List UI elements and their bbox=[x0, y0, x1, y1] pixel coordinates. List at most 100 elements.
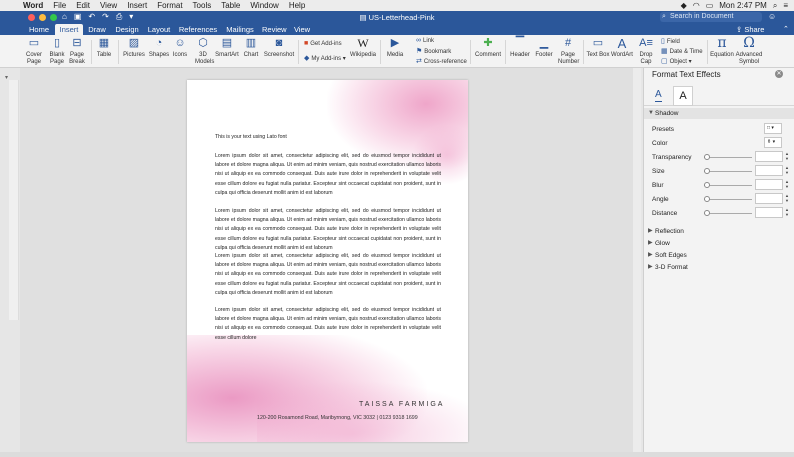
menu-file[interactable]: File bbox=[48, 1, 71, 10]
field-button[interactable]: ▯ Field bbox=[661, 37, 680, 45]
object-button[interactable]: ▢ Object ▾ bbox=[661, 57, 692, 65]
letterhead-address[interactable]: 120-200 Rosamond Road, Maribyrnong, VIC … bbox=[257, 415, 418, 421]
size-slider[interactable] bbox=[704, 171, 752, 172]
shapes-button[interactable]: ◔ Shapes bbox=[146, 37, 172, 67]
wordart-button[interactable]: A WordArt bbox=[609, 37, 635, 67]
share-button[interactable]: ⇪ Share bbox=[736, 24, 764, 35]
cross-reference-button[interactable]: ⇄ Cross-reference bbox=[416, 57, 467, 65]
status-battery-icon[interactable]: ▭ bbox=[706, 1, 714, 10]
blur-stepper[interactable]: ▲ ▼ bbox=[784, 179, 790, 190]
angle-slider-knob[interactable] bbox=[704, 196, 710, 202]
intro-line[interactable]: This is your text using Lato font bbox=[215, 133, 441, 142]
screenshot-button[interactable]: ◙ Screenshot bbox=[262, 37, 296, 67]
text-effects-tab[interactable]: A bbox=[673, 86, 693, 106]
get-addins-button[interactable]: ■ Get Add-ins bbox=[304, 40, 342, 47]
menubar-clock[interactable]: Mon 2:47 PM bbox=[719, 1, 767, 10]
transparency-input[interactable] bbox=[755, 151, 783, 162]
transparency-slider[interactable] bbox=[704, 157, 752, 158]
bookmark-button[interactable]: ⚑ Bookmark bbox=[416, 47, 451, 55]
3d-format-section-header[interactable]: ▶ 3-D Format bbox=[644, 262, 794, 273]
menu-help[interactable]: Help bbox=[284, 1, 310, 10]
transparency-slider-knob[interactable] bbox=[704, 154, 710, 160]
glow-section-header[interactable]: ▶ Glow bbox=[644, 238, 794, 249]
tab-mailings[interactable]: Mailings bbox=[224, 24, 256, 35]
spotlight-icon[interactable]: ⌕ bbox=[773, 1, 777, 11]
menu-edit[interactable]: Edit bbox=[71, 1, 95, 10]
feedback-smiley-icon[interactable]: ☺ bbox=[768, 12, 776, 21]
letterhead-name[interactable]: TAISSA FARMIGA bbox=[359, 401, 444, 408]
distance-slider-knob[interactable] bbox=[704, 210, 710, 216]
footer-button[interactable]: ▁ Footer bbox=[532, 37, 556, 67]
distance-stepper[interactable]: ▲ ▼ bbox=[784, 207, 790, 218]
chart-button[interactable]: ▥ Chart bbox=[240, 37, 262, 67]
3d-models-button[interactable]: ⬡ 3D Models bbox=[191, 37, 215, 67]
equation-button[interactable]: π Equation bbox=[708, 36, 736, 67]
size-input[interactable] bbox=[755, 165, 783, 176]
vertical-scrollbar[interactable] bbox=[633, 68, 641, 457]
tab-design[interactable]: Design bbox=[114, 24, 140, 35]
tab-view[interactable]: View bbox=[292, 24, 312, 35]
my-addins-button[interactable]: ◆ My Add-ins ▾ bbox=[304, 54, 346, 62]
blank-page-button[interactable]: ▯ Blank Page bbox=[46, 37, 68, 67]
menu-format[interactable]: Format bbox=[152, 1, 187, 10]
table-button[interactable]: ▦ Table bbox=[92, 37, 116, 67]
close-pane-icon[interactable]: ✕ bbox=[775, 70, 783, 78]
search-document-input[interactable]: ⌕ Search in Document bbox=[660, 12, 762, 22]
page-break-button[interactable]: ⊟ Page Break bbox=[66, 37, 88, 67]
advanced-symbol-button[interactable]: Ω Advanced Symbol bbox=[734, 36, 764, 67]
menu-table[interactable]: Table bbox=[216, 1, 245, 10]
paragraph-3[interactable]: Lorem ipsum dolor sit amet, consectetur … bbox=[215, 252, 441, 298]
paragraph-2[interactable]: Lorem ipsum dolor sit amet, consectetur … bbox=[215, 207, 441, 253]
tab-layout[interactable]: Layout bbox=[146, 24, 172, 35]
document-page[interactable]: This is your text using Lato font Lorem … bbox=[187, 80, 468, 442]
media-button[interactable]: ▶ Media bbox=[382, 37, 408, 67]
menu-app-word[interactable]: Word bbox=[18, 1, 48, 10]
blur-input[interactable] bbox=[755, 179, 783, 190]
shadow-section-header[interactable]: ▼ Shadow bbox=[644, 108, 794, 119]
soft-edges-section-header[interactable]: ▶ Soft Edges bbox=[644, 250, 794, 261]
menu-view[interactable]: View bbox=[95, 1, 122, 10]
tab-references[interactable]: References bbox=[178, 24, 218, 35]
angle-stepper[interactable]: ▲ ▼ bbox=[784, 193, 790, 204]
comment-button[interactable]: ✚ Comment bbox=[472, 37, 504, 67]
link-button[interactable]: ∞ Link bbox=[416, 37, 434, 44]
date-time-button[interactable]: ▦ Date & Time bbox=[661, 47, 703, 55]
size-stepper[interactable]: ▲ ▼ bbox=[784, 165, 790, 176]
text-fill-outline-tab[interactable]: A bbox=[655, 89, 662, 102]
transparency-stepper[interactable]: ▲ ▼ bbox=[784, 151, 790, 162]
menu-insert[interactable]: Insert bbox=[122, 1, 152, 10]
reflection-section-header[interactable]: ▶ Reflection bbox=[644, 226, 794, 237]
size-slider-knob[interactable] bbox=[704, 168, 710, 174]
menu-tools[interactable]: Tools bbox=[188, 1, 217, 10]
notification-icon[interactable]: ≡ bbox=[783, 1, 788, 10]
page-number-button[interactable]: # Page Number bbox=[555, 37, 581, 67]
pictures-button[interactable]: ▨ Pictures bbox=[120, 37, 148, 67]
cover-page-button[interactable]: ▭ Cover Page bbox=[20, 37, 48, 67]
drop-cap-button[interactable]: A≡ Drop Cap bbox=[636, 37, 656, 67]
tab-review[interactable]: Review bbox=[262, 24, 287, 35]
smartart-button[interactable]: ▤ SmartArt bbox=[214, 37, 240, 67]
shadow-color-dropdown[interactable]: ⚱ ▾ bbox=[764, 137, 782, 148]
menu-window[interactable]: Window bbox=[245, 1, 283, 10]
paragraph-1[interactable]: Lorem ipsum dolor sit amet, consectetur … bbox=[215, 152, 441, 198]
distance-input[interactable] bbox=[755, 207, 783, 218]
wikipedia-button[interactable]: W Wikipedia bbox=[348, 37, 378, 67]
share-menu-chevron-icon[interactable]: ⌃ bbox=[783, 24, 789, 35]
header-button[interactable]: ▔ Header bbox=[506, 37, 534, 67]
tab-draw[interactable]: Draw bbox=[87, 24, 107, 35]
angle-slider[interactable] bbox=[704, 199, 752, 200]
text-box-button[interactable]: ▭ Text Box bbox=[585, 37, 611, 67]
presets-dropdown[interactable]: □ ▾ bbox=[764, 123, 782, 134]
status-dropbox-icon[interactable]: ◆ bbox=[681, 1, 687, 10]
paragraph-4[interactable]: Lorem ipsum dolor sit amet, consectetur … bbox=[215, 306, 441, 343]
distance-slider[interactable] bbox=[704, 213, 752, 214]
addins-icon: ◆ bbox=[304, 55, 310, 62]
blur-slider[interactable] bbox=[704, 185, 752, 186]
ruler-toggle-icon[interactable]: ▾ bbox=[5, 74, 8, 81]
icons-button[interactable]: ☺ Icons bbox=[170, 37, 190, 67]
angle-input[interactable] bbox=[755, 193, 783, 204]
status-wifi-icon[interactable]: ◠ bbox=[693, 1, 700, 10]
tab-home[interactable]: Home bbox=[27, 24, 51, 35]
blur-slider-knob[interactable] bbox=[704, 182, 710, 188]
tab-insert[interactable]: Insert bbox=[55, 24, 83, 35]
